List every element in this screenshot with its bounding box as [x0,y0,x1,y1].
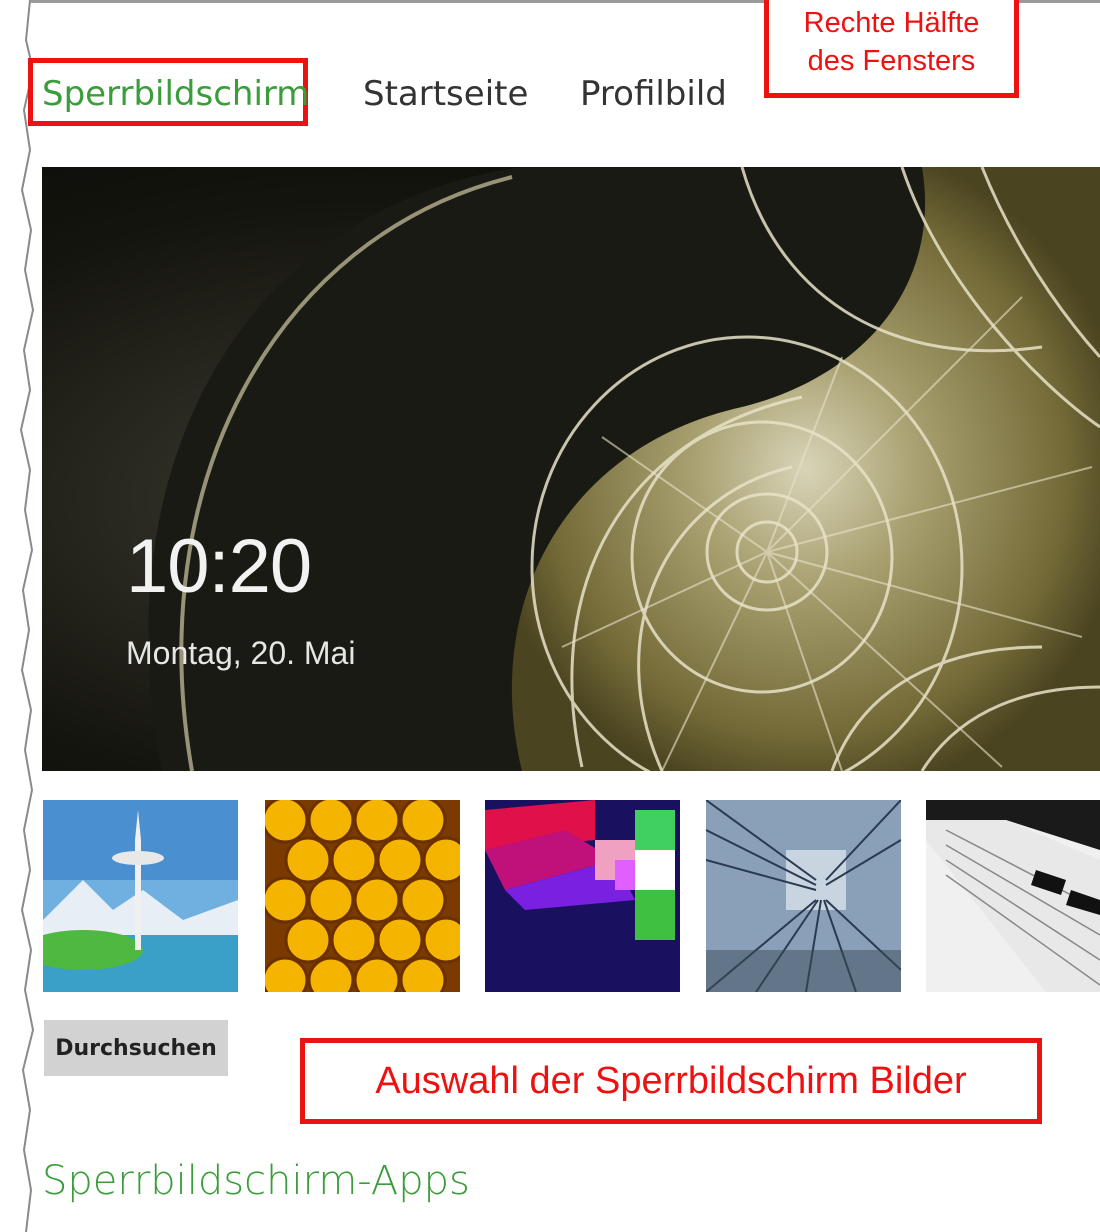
thumbnail-honeycomb[interactable] [265,800,460,992]
section-title-lock-screen-apps: Sperrbildschirm-Apps [42,1158,470,1204]
lock-screen-date: Montag, 20. Mai [126,635,356,671]
annotation-window-half-line2: des Fensters [807,45,976,77]
thumbnail-piano[interactable] [926,800,1100,992]
tab-sperrbildschirm[interactable]: Sperrbildschirm [42,72,309,116]
annotation-window-half-line1: Rechte Hälfte [803,7,980,39]
annotation-window-half: Rechte Hälfte des Fensters [764,0,1019,98]
browse-button[interactable]: Durchsuchen [44,1020,228,1076]
lock-screen-time: 10:20 [126,524,312,609]
thumbnail-space-needle[interactable] [43,800,238,992]
nautilus-shell-image [42,167,1100,771]
thumbnail-colorful-shapes[interactable] [485,800,680,992]
lock-screen-preview: 10:20 Montag, 20. Mai [42,167,1100,771]
thumbnail-tunnel[interactable] [706,800,901,992]
torn-paper-edge [19,0,35,1232]
tab-profilbild[interactable]: Profilbild [580,72,727,116]
tab-startseite[interactable]: Startseite [363,72,528,116]
annotation-image-selection: Auswahl der Sperrbildschirm Bilder [300,1038,1042,1124]
